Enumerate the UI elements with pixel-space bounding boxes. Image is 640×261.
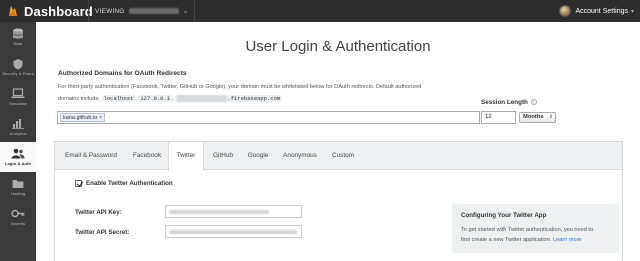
brand[interactable]: Dashboard (0, 0, 93, 22)
default-domain-firebaseapp: xxxxxxxxxxxxxx.firebaseapp.com (175, 95, 283, 102)
redacted-api-secret (169, 229, 297, 234)
enable-twitter-checkbox[interactable] (75, 180, 82, 187)
main-content: User Login & Authentication Authorized D… (36, 22, 640, 261)
sidebar-item-label: Analytics (9, 131, 27, 136)
account-settings-label: Account Settings (575, 7, 628, 15)
sidebar-item-security[interactable]: Security & Rules (0, 52, 36, 82)
sidebar-item-secrets[interactable]: Secrets (0, 202, 36, 232)
tab-github[interactable]: GitHub (205, 142, 241, 170)
session-length-label: Session Length ? (481, 99, 537, 106)
app-selector[interactable]: VIEWING ⌄ (88, 0, 196, 22)
session-unit-value: Months (523, 114, 544, 120)
sidebar-item-label: Data (13, 41, 23, 46)
laptop-icon (11, 88, 25, 99)
top-bar: Dashboard VIEWING ⌄ Account Settings ▾ (0, 0, 640, 22)
description-line-1: For third-party authentication (Facebook… (58, 84, 422, 90)
description-prefix: domains include: (58, 96, 100, 102)
sidebar-item-label: Login & Auth (4, 161, 32, 166)
firebase-logo-icon (6, 4, 20, 18)
shield-icon (11, 58, 25, 69)
authorized-domains-input[interactable]: kana.github.io × (57, 111, 480, 124)
authorized-domains-description: For third-party authentication (Facebook… (58, 82, 488, 105)
tab-twitter[interactable]: Twitter (168, 142, 204, 171)
tab-facebook[interactable]: Facebook (127, 142, 167, 170)
sidebar-item-label: Secrets (10, 221, 26, 226)
redacted-app-name: xxxxxxxxxxxxxx (177, 95, 228, 102)
database-icon (11, 28, 25, 39)
provider-tabs: Email & Password Facebook Twitter GitHub… (55, 142, 622, 171)
info-title: Configuring Your Twitter App (461, 212, 547, 219)
info-text: To get started with Twitter authenticati… (461, 225, 610, 245)
enable-twitter-label: Enable Twitter Authentication (86, 180, 173, 187)
twitter-api-key-label: Twitter API Key: (75, 209, 122, 216)
twitter-api-secret-input[interactable] (165, 225, 302, 238)
session-length-input[interactable]: 12 (481, 111, 516, 124)
sidebar-item-label: Simulator (9, 101, 27, 106)
chevron-down-icon: ▾ (630, 8, 634, 15)
tab-google[interactable]: Google (241, 142, 275, 170)
help-icon[interactable]: ? (530, 99, 537, 106)
select-arrows-icon: ⇕ (548, 114, 553, 120)
sidebar-item-login-auth[interactable]: Login & Auth (0, 142, 36, 172)
description-line-2: domains include: localhost, 127.0.0.1, x… (58, 95, 283, 102)
enable-twitter-row[interactable]: Enable Twitter Authentication (75, 180, 173, 187)
domain-tag-label: kana.github.io (63, 114, 98, 121)
folder-icon (11, 178, 25, 189)
tab-email-password[interactable]: Email & Password (55, 142, 127, 170)
app-name-redacted (128, 8, 179, 14)
session-unit-select[interactable]: Months ⇕ (519, 112, 556, 123)
remove-tag-icon[interactable]: × (99, 115, 102, 121)
viewing-label: VIEWING (95, 7, 125, 15)
sidebar-item-label: Security & Rules (2, 71, 34, 76)
sidebar-item-hosting[interactable]: Hosting (0, 172, 36, 202)
authorized-domains-title: Authorized Domains for OAuth Redirects (58, 70, 187, 77)
twitter-setup-info: Configuring Your Twitter App To get star… (452, 204, 619, 253)
sidebar-item-label: Hosting (10, 191, 26, 196)
sidebar-item-analytics[interactable]: Analytics (0, 112, 36, 142)
twitter-api-secret-label: Twitter API Secret: (75, 229, 130, 236)
tab-custom[interactable]: Custom (325, 142, 361, 170)
info-text-line-1: To get started with Twitter authenticati… (461, 227, 594, 233)
bar-chart-icon (11, 118, 25, 129)
page-title: User Login & Authentication (245, 38, 431, 55)
tab-anonymous[interactable]: Anonymous (275, 142, 325, 170)
twitter-api-key-input[interactable] (165, 205, 302, 218)
default-domain-localhost: localhost (101, 95, 136, 102)
learn-more-link[interactable]: Learn more (553, 237, 582, 243)
default-domain-loopback: 127.0.0.1 (138, 95, 173, 102)
provider-panel: Email & Password Facebook Twitter GitHub… (54, 141, 623, 261)
sidebar: Data Security & Rules Simulator Analytic… (0, 22, 36, 261)
brand-title: Dashboard (24, 3, 93, 19)
avatar (559, 5, 572, 17)
account-menu[interactable]: Account Settings ▾ (559, 0, 634, 22)
chevron-down-icon: ⌄ (182, 8, 189, 15)
key-icon (11, 208, 25, 219)
sidebar-item-simulator[interactable]: Simulator (0, 82, 36, 112)
info-text-line-2: first create a new Twitter application. … (461, 237, 582, 243)
users-icon (11, 148, 25, 159)
sidebar-item-data[interactable]: Data (0, 22, 36, 52)
domain-tag[interactable]: kana.github.io × (60, 113, 106, 122)
redacted-api-key (169, 209, 269, 214)
